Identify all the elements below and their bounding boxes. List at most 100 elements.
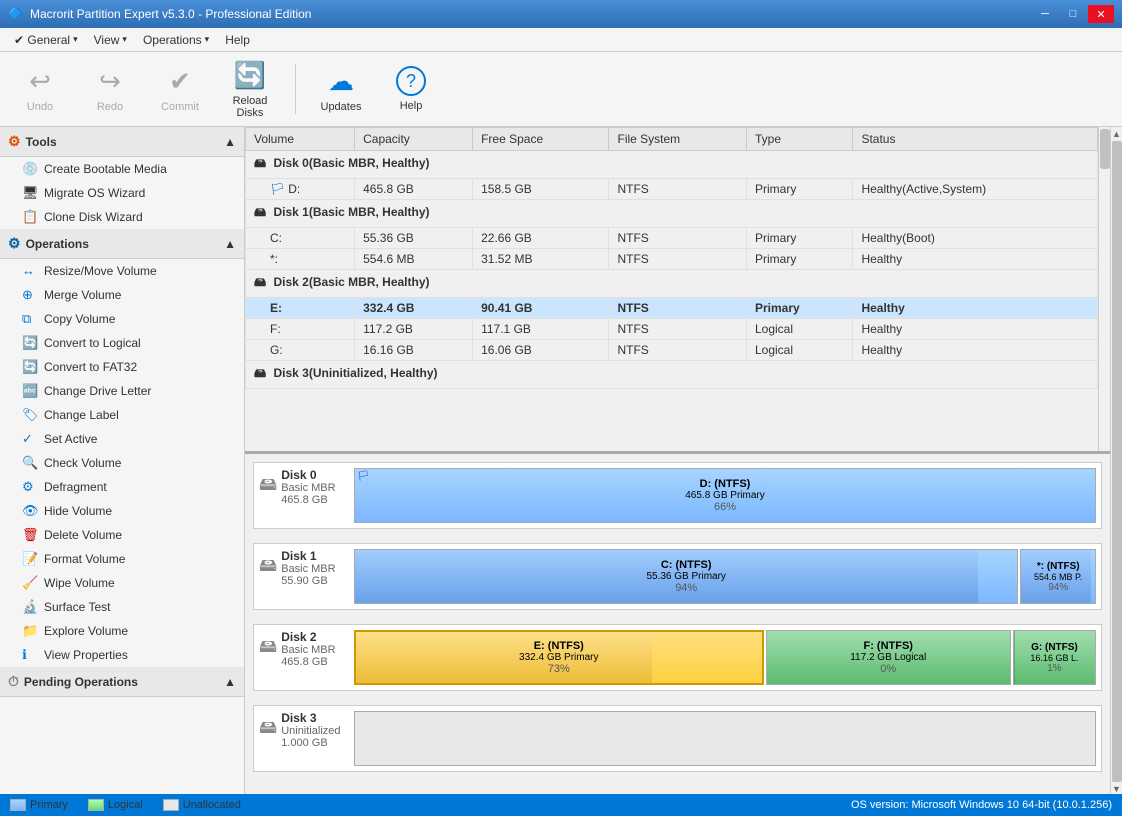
menu-help[interactable]: Help — [217, 31, 258, 49]
disk-table-scroll[interactable]: Volume Capacity Free Space File System T… — [245, 127, 1098, 451]
disk-table: Volume Capacity Free Space File System T… — [245, 127, 1098, 389]
change-label-label: Change Label — [44, 408, 119, 422]
minimize-button[interactable]: ─ — [1032, 5, 1058, 23]
sidebar-item-change-label[interactable]: 🏷 Change Label — [0, 403, 244, 427]
close-button[interactable]: ✕ — [1088, 5, 1114, 23]
disk-icon: 🖴 — [254, 366, 266, 380]
partition-d[interactable]: 🏳 D: (NTFS) 465.8 GB Primary 66% — [354, 468, 1096, 523]
help-button[interactable]: ? Help — [381, 57, 441, 122]
sidebar-item-hide-volume[interactable]: 👁 Hide Volume — [0, 499, 244, 523]
disk3-unallocated[interactable] — [354, 711, 1096, 766]
menu-operations[interactable]: Operations ▾ — [135, 31, 217, 49]
delete-volume-icon: 🗑 — [22, 527, 38, 543]
merge-label: Merge Volume — [44, 288, 121, 302]
scrollbar-thumb[interactable] — [1100, 129, 1110, 169]
table-scrollbar[interactable] — [1098, 127, 1110, 451]
sidebar-item-resize-move[interactable]: ↔ Resize/Move Volume — [0, 259, 244, 283]
disk2-visual: 🖴 Disk 2 Basic MBR 465.8 GB E: (NTFS) — [253, 624, 1102, 691]
surface-test-label: Surface Test — [44, 600, 110, 614]
disk3-name: Disk 3 — [281, 711, 340, 725]
partition-star[interactable]: *: (NTFS) 554.6 MB P. 94% — [1020, 549, 1096, 604]
operations-section-header[interactable]: ⚙ Operations ▲ — [0, 229, 244, 259]
partition-g[interactable]: G: (NTFS) 16.16 GB L. 1% — [1013, 630, 1096, 685]
disk3-size: 1.000 GB — [281, 737, 340, 749]
menu-general-label: ✔ General — [14, 33, 70, 47]
create-bootable-label: Create Bootable Media — [44, 162, 167, 176]
legend-logical: Logical — [88, 799, 143, 811]
sidebar-item-delete-volume[interactable]: 🗑 Delete Volume — [0, 523, 244, 547]
scrollbar-down-arrow[interactable]: ▼ — [1112, 784, 1122, 794]
legend-unallocated: Unallocated — [163, 799, 241, 811]
menu-view[interactable]: View ▾ — [86, 31, 135, 49]
main-scrollbar[interactable]: ▲ ▼ — [1110, 127, 1122, 794]
reload-disks-button[interactable]: 🔄 Reload Disks — [220, 57, 280, 122]
sidebar-item-defragment[interactable]: ⚙ Defragment — [0, 475, 244, 499]
sidebar-item-migrate-os[interactable]: 🖥 Migrate OS Wizard — [0, 181, 244, 205]
disk1-partitions: C: (NTFS) 55.36 GB Primary 94% *: (NTFS)… — [354, 549, 1096, 604]
legend-primary-box — [10, 799, 26, 811]
sidebar-item-create-bootable[interactable]: 💿 Create Bootable Media — [0, 157, 244, 181]
table-header-row: Volume Capacity Free Space File System T… — [246, 128, 1098, 151]
resize-move-label: Resize/Move Volume — [44, 264, 157, 278]
table-row[interactable]: *: 554.6 MB 31.52 MB NTFS Primary Health… — [246, 249, 1098, 270]
commit-button[interactable]: ✔ Commit — [150, 57, 210, 122]
view-properties-label: View Properties — [44, 648, 128, 662]
app-icon: 🔷 — [8, 6, 24, 22]
disk0-partitions: 🏳 D: (NTFS) 465.8 GB Primary 66% — [354, 468, 1096, 523]
sidebar-item-copy[interactable]: ⧉ Copy Volume — [0, 307, 244, 331]
updates-button[interactable]: ☁ Updates — [311, 57, 371, 122]
sidebar-item-change-letter[interactable]: 🔤 Change Drive Letter — [0, 379, 244, 403]
partition-e[interactable]: E: (NTFS) 332.4 GB Primary 73% — [354, 630, 764, 685]
table-row[interactable]: G: 16.16 GB 16.06 GB NTFS Logical Health… — [246, 340, 1098, 361]
scrollbar-track[interactable] — [1112, 141, 1122, 782]
sidebar-item-explore-volume[interactable]: 📁 Explore Volume — [0, 619, 244, 643]
defragment-icon: ⚙ — [22, 479, 38, 495]
table-row[interactable]: C: 55.36 GB 22.66 GB NTFS Primary Health… — [246, 228, 1098, 249]
reload-icon: 🔄 — [234, 60, 266, 91]
sidebar-item-merge[interactable]: ⊕ Merge Volume — [0, 283, 244, 307]
commit-label: Commit — [161, 101, 199, 113]
redo-button[interactable]: ↪ Redo — [80, 57, 140, 122]
os-info-text: OS version: Microsoft Windows 10 64-bit … — [851, 799, 1112, 811]
disk3-label-block: 🖴 Disk 3 Uninitialized 1.000 GB — [259, 711, 349, 766]
partition-c[interactable]: C: (NTFS) 55.36 GB Primary 94% — [354, 549, 1018, 604]
undo-button[interactable]: ↩ Undo — [10, 57, 70, 122]
partition-e-pct-bar — [356, 632, 652, 683]
sidebar-item-wipe-volume[interactable]: 🧹 Wipe Volume — [0, 571, 244, 595]
scrollbar-up-arrow[interactable]: ▲ — [1112, 129, 1122, 139]
sidebar-item-check-volume[interactable]: 🔍 Check Volume — [0, 451, 244, 475]
sidebar-item-format-volume[interactable]: 📝 Format Volume — [0, 547, 244, 571]
legend-unallocated-label: Unallocated — [183, 799, 241, 811]
sidebar-item-set-active[interactable]: ✓ Set Active — [0, 427, 244, 451]
menu-general[interactable]: ✔ General ▾ — [6, 31, 86, 49]
partition-f[interactable]: F: (NTFS) 117.2 GB Logical 0% — [766, 630, 1011, 685]
tools-section-header[interactable]: ⚙ Tools ▲ — [0, 127, 244, 157]
hide-volume-icon: 👁 — [22, 503, 38, 519]
pending-ops-section-header[interactable]: ⏱ Pending Operations ▲ — [0, 667, 244, 697]
disk2-info: Disk 2 Basic MBR 465.8 GB — [281, 630, 335, 668]
sidebar-item-surface-test[interactable]: 🔬 Surface Test — [0, 595, 244, 619]
menu-bar: ✔ General ▾ View ▾ Operations ▾ Help — [0, 28, 1122, 52]
table-row[interactable]: F: 117.2 GB 117.1 GB NTFS Logical Health… — [246, 319, 1098, 340]
partition-e-sublabel: 332.4 GB Primary — [519, 652, 598, 663]
sidebar-item-view-properties[interactable]: ℹ View Properties — [0, 643, 244, 667]
status-bar: Primary Logical Unallocated OS version: … — [0, 794, 1122, 816]
hide-volume-label: Hide Volume — [44, 504, 112, 518]
undo-label: Undo — [27, 101, 53, 113]
maximize-button[interactable]: □ — [1060, 5, 1086, 23]
delete-volume-label: Delete Volume — [44, 528, 122, 542]
sidebar-item-convert-fat32[interactable]: 🔄 Convert to FAT32 — [0, 355, 244, 379]
disk2-name: Disk 2 — [281, 630, 335, 644]
table-row[interactable]: E: 332.4 GB 90.41 GB NTFS Primary Health… — [246, 298, 1098, 319]
flag-icon: 🏳 — [357, 471, 370, 482]
menu-help-label: Help — [225, 33, 250, 47]
table-row[interactable]: 🏳D: 465.8 GB 158.5 GB NTFS Primary Healt… — [246, 179, 1098, 200]
change-letter-label: Change Drive Letter — [44, 384, 151, 398]
sidebar-item-clone-disk[interactable]: 📋 Clone Disk Wizard — [0, 205, 244, 229]
convert-logical-icon: 🔄 — [22, 335, 38, 351]
tools-label: Tools — [26, 135, 225, 149]
sidebar-item-convert-logical[interactable]: 🔄 Convert to Logical — [0, 331, 244, 355]
operations-label: Operations — [26, 237, 225, 251]
tools-icon: ⚙ — [8, 133, 21, 150]
disk0-visual: 🖴 Disk 0 Basic MBR 465.8 GB 🏳 D: (NTFS) — [253, 462, 1102, 529]
